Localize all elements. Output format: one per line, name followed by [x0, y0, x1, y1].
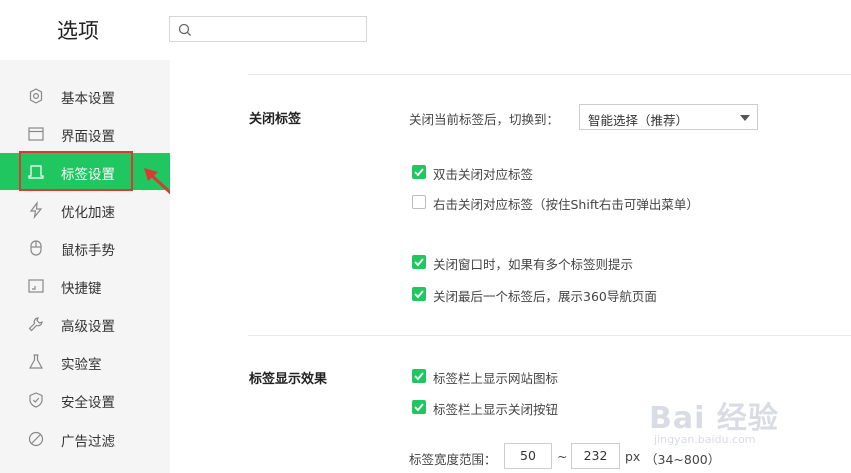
gear-icon [29, 88, 43, 104]
wrench-icon [28, 317, 43, 332]
select-value: 智能选择（推荐） [588, 113, 689, 128]
tab-icon [28, 165, 44, 179]
tab-width-max-input[interactable]: 232 [571, 443, 620, 469]
sidebar-item-interface[interactable]: 界面设置 [0, 115, 170, 152]
sidebar-item-label: 标签设置 [61, 167, 115, 183]
checkbox-label: 关闭最后一个标签后，展示360导航页面 [433, 289, 657, 304]
flask-icon [28, 354, 44, 369]
watermark-logo: Bai 经验 [649, 401, 779, 436]
checkbox-label: 标签栏上显示网站图标 [433, 371, 559, 386]
checkbox-show-close-button[interactable] [412, 400, 426, 414]
check-icon [414, 290, 424, 299]
checkbox-warn-multiple-tabs[interactable] [412, 255, 426, 269]
checkbox-show-site-icon[interactable] [412, 369, 426, 383]
lightning-icon [29, 201, 43, 219]
section-title-tab-display: 标签显示效果 [249, 372, 328, 387]
tab-width-label: 标签宽度范围： [409, 452, 497, 467]
check-icon [414, 403, 424, 412]
search-box[interactable] [169, 16, 367, 42]
keyboard-icon [28, 279, 44, 293]
search-input[interactable] [198, 20, 362, 40]
range-separator: ~ [557, 449, 568, 464]
check-icon [414, 258, 424, 267]
checkbox-show-nav-page[interactable] [412, 287, 426, 301]
check-icon [414, 168, 424, 177]
checkbox-label: 关闭窗口时，如果有多个标签则提示 [433, 257, 634, 272]
sidebar-item-label: 实验室 [61, 357, 102, 373]
sidebar-item-label: 界面设置 [61, 129, 115, 145]
checkbox-label: 右击关闭对应标签（按住Shift右击可弹出菜单） [433, 197, 699, 212]
sidebar-item-label: 优化加速 [61, 205, 115, 221]
chevron-down-icon [740, 115, 750, 121]
shield-icon [29, 392, 43, 408]
page-title: 选项 [57, 19, 99, 43]
switch-after-close-select[interactable]: 智能选择（推荐） [579, 104, 758, 130]
checkbox-double-click-close[interactable] [412, 165, 426, 179]
sidebar-item-label: 高级设置 [61, 319, 115, 335]
tab-width-min-input[interactable]: 50 [504, 443, 552, 469]
sidebar-item-security[interactable]: 安全设置 [0, 381, 170, 418]
sidebar-item-adblock[interactable]: 广告过滤 [0, 420, 170, 457]
unit-label: px [625, 449, 641, 464]
check-icon [414, 372, 424, 381]
sidebar-item-shortcuts[interactable]: 快捷键 [0, 267, 170, 304]
checkbox-label: 标签栏上显示关闭按钮 [433, 402, 559, 417]
watermark-url: jingyan.baidu.com [654, 433, 756, 446]
header: 选项 [0, 0, 851, 60]
divider [248, 335, 851, 336]
sidebar-item-label: 鼠标手势 [61, 243, 115, 259]
block-icon [28, 431, 44, 447]
sidebar-item-lab[interactable]: 实验室 [0, 343, 170, 380]
sidebar-item-label: 广告过滤 [61, 434, 115, 450]
search-icon [178, 23, 191, 36]
checkbox-right-click-close[interactable] [412, 195, 426, 209]
sidebar-item-basic[interactable]: 基本设置 [0, 77, 170, 114]
sidebar-item-advanced[interactable]: 高级设置 [0, 305, 170, 342]
switch-after-close-label: 关闭当前标签后，切换到： [409, 112, 560, 127]
window-icon [28, 127, 44, 141]
mouse-icon [30, 240, 42, 256]
divider [248, 74, 851, 75]
section-title-close-tab: 关闭标签 [249, 112, 302, 127]
range-hint: （34~800） [645, 452, 721, 467]
sidebar-item-mouse[interactable]: 鼠标手势 [0, 229, 170, 266]
checkbox-label: 双击关闭对应标签 [433, 167, 534, 182]
sidebar-item-label: 基本设置 [61, 91, 115, 107]
sidebar-item-label: 安全设置 [61, 395, 115, 411]
sidebar-item-label: 快捷键 [61, 281, 102, 297]
